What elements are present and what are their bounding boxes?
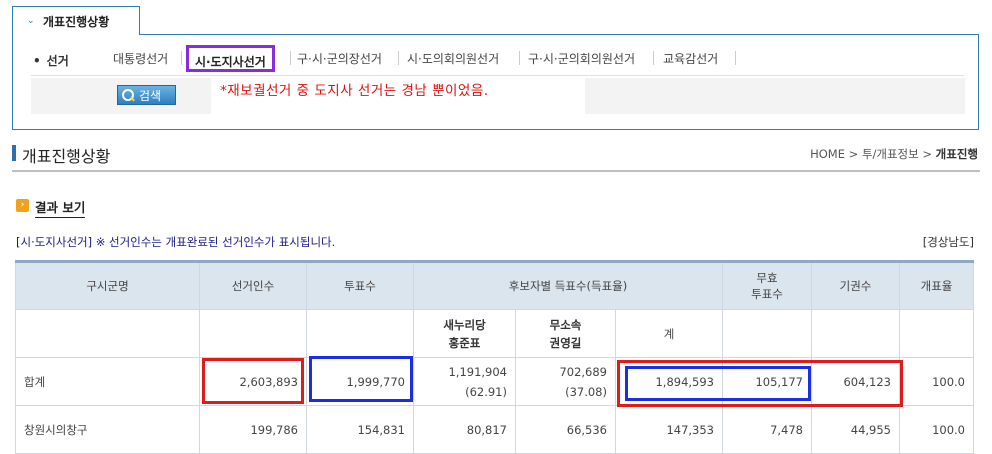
table-row: 합계 2,603,893 1,999,770 1,191,904 (62.91)… [15,357,974,406]
divider [735,51,736,65]
tab-label: 개표진행상황 [43,15,110,29]
cell-votes: 1,191,904 [448,364,507,379]
cell-votes: 702,689 [559,364,607,379]
col-voters: 투표수 [306,261,414,310]
annotation-note: *재보궐선거 중 도지사 선거는 경남 뿐이었음. [220,83,489,99]
empty-cell [306,309,414,358]
empty-cell [199,309,307,358]
search-button-label: 검색 [139,88,162,103]
election-label: 선거 [33,52,69,69]
cell-total: 1,894,593 [615,357,723,406]
candidate-party: 무소속 [549,317,582,332]
divider [12,170,980,172]
cell-rate: 100.0 [899,357,974,406]
region-label: [경상남도] [922,235,974,249]
search-button[interactable]: 검색 [117,85,176,105]
col-total: 계 [615,309,723,358]
header-row: 구시군명 선거인수 투표수 후보자별 득표수(득표율) 무효 투표수 기권수 개… [15,261,974,310]
breadcrumb-separator: > [848,147,859,161]
breadcrumb-home[interactable]: HOME [810,147,845,161]
search-band [585,78,965,114]
breadcrumb: HOME > 투/개표정보 > 개표진행 [810,146,978,162]
cell-invalid: 105,177 [722,357,812,406]
candidate-2: 무소속 권영길 [515,309,616,358]
search-icon [122,88,135,102]
arrow-right-icon: › [16,199,29,212]
divider [181,51,182,65]
candidate-1: 새누리당 홍준표 [413,309,516,358]
cell-electors: 2,603,893 [199,357,307,406]
col-candidates: 후보자별 득표수(득표율) [413,261,723,310]
election-tab-provincial-council[interactable]: 시·도의회의원선거 [407,50,499,67]
candidate-name: 권영길 [549,335,582,350]
header-row-candidates: 새누리당 홍준표 무소속 권영길 계 [15,309,974,358]
result-heading: 결과 보기 [35,197,86,218]
divider [31,75,964,76]
cell-percent: (62.91) [465,384,507,399]
cell-percent: (37.08) [565,384,607,399]
col-invalid: 무효 투표수 [722,261,812,310]
election-tab-president[interactable]: 대통령선거 [113,50,168,67]
col-district: 구시군명 [15,261,200,310]
col-abstain: 기권수 [811,261,900,310]
empty-cell [811,309,900,358]
cell-candidate-1: 1,191,904 (62.91) [413,357,516,406]
cell-district: 합계 [15,357,200,406]
election-type-row: 선거 대통령선거 시·도지사선거 구·시·군의장선거 시·도의회의원선거 구·시… [13,45,978,75]
divider [653,51,654,65]
title-marker [12,145,16,161]
empty-cell [899,309,974,358]
result-info: [시·도지사선거] ※ 선거인수는 개표완료된 선거인수가 표시됩니다. [16,235,336,249]
divider [290,51,291,65]
election-tab-education[interactable]: 교육감선거 [663,50,718,67]
empty-cell [722,309,812,358]
cell-voters: 1,999,770 [306,357,414,406]
results-table: 구시군명 선거인수 투표수 후보자별 득표수(득표율) 무효 투표수 기권수 개… [15,260,974,454]
page-title: 개표진행상황 [22,147,111,166]
col-invalid-line2: 투표수 [751,287,783,301]
empty-cell [15,309,200,358]
divider [398,51,399,65]
election-search-panel: 선거 대통령선거 시·도지사선거 구·시·군의장선거 시·도의회의원선거 구·시… [12,34,979,130]
election-tab-local-head[interactable]: 구·시·군의장선거 [297,50,382,67]
candidate-party: 새누리당 [443,317,486,332]
col-rate: 개표율 [899,261,974,310]
election-tab-governor[interactable]: 시·도지사선거 [186,45,275,72]
election-tab-local-council[interactable]: 구·시·군의회의원선거 [528,50,635,67]
breadcrumb-vote-info[interactable]: 투/개표정보 [862,147,919,161]
breadcrumb-separator: > [922,147,933,161]
col-invalid-line1: 무효 [756,271,778,285]
tab-vote-count-progress[interactable]: ⌄ 개표진행상황 [12,6,140,35]
chevron-down-icon: ⌄ [27,16,35,26]
candidate-name: 홍준표 [448,335,481,350]
cell-candidate-2: 702,689 (37.08) [515,357,616,406]
cell-abstain: 604,123 [811,357,900,406]
breadcrumb-current: 개표진행 [935,147,978,161]
col-electors: 선거인수 [199,261,307,310]
divider [519,51,520,65]
